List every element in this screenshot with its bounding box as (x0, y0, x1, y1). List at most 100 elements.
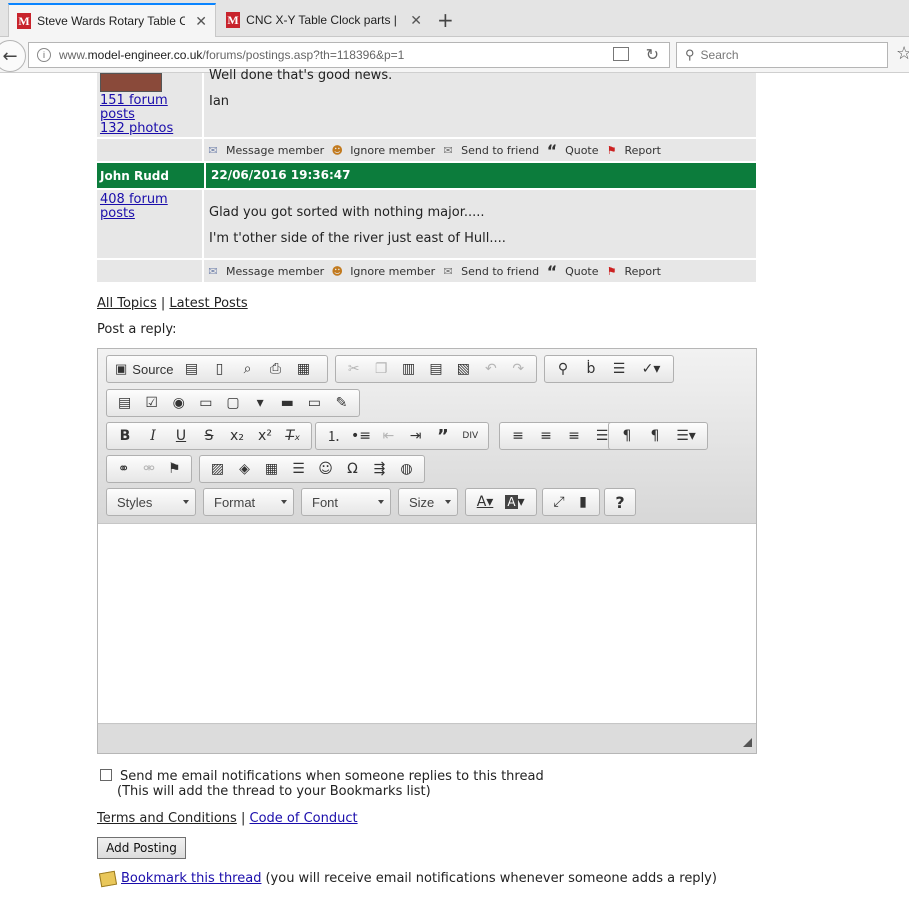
iframe-icon[interactable]: ◍ (393, 457, 420, 481)
all-topics-link[interactable]: All Topics (97, 296, 157, 311)
select-field-icon[interactable]: ▾ (247, 391, 274, 415)
reader-view-icon[interactable] (613, 47, 629, 61)
latest-posts-link[interactable]: Latest Posts (169, 296, 247, 311)
ignore-member-button[interactable]: ☻ Ignore member (330, 265, 435, 278)
italic-icon[interactable]: I (139, 424, 167, 448)
cut-icon[interactable]: ✂ (340, 357, 367, 381)
special-char-icon[interactable]: Ω (339, 457, 366, 481)
align-right-icon[interactable]: ≡ (560, 424, 588, 448)
form-icon[interactable]: ▤ (111, 391, 138, 415)
email-notify-checkbox[interactable] (100, 769, 112, 781)
new-page-icon[interactable]: ▯ (206, 357, 234, 381)
decrease-indent-icon[interactable]: ⇤ (375, 424, 402, 448)
bold-icon[interactable]: B (111, 424, 139, 448)
bulleted-list-icon[interactable]: •≡ (347, 424, 374, 448)
spellcheck-icon[interactable]: ✓▾ (633, 357, 669, 381)
forum-posts-link[interactable]: 408 forum (100, 193, 168, 207)
div-container-icon[interactable]: DIV (457, 424, 484, 448)
underline-icon[interactable]: U (167, 424, 195, 448)
table-icon[interactable]: ▦ (258, 457, 285, 481)
post-author[interactable]: John Rudd (100, 169, 169, 183)
radio-icon[interactable]: ◉ (165, 391, 192, 415)
source-button[interactable]: ▣ Source (111, 357, 178, 381)
info-icon[interactable]: i (37, 48, 51, 62)
smiley-icon[interactable]: ☺ (312, 457, 339, 481)
background-color-icon[interactable]: A ▾ (500, 490, 530, 514)
paste-text-icon[interactable]: ▤ (422, 357, 449, 381)
show-blocks-icon[interactable]: ▮ (571, 490, 595, 514)
styles-dropdown[interactable]: Styles (106, 488, 196, 516)
editor-content-area[interactable] (98, 523, 756, 724)
textarea-icon[interactable]: ▢ (219, 391, 246, 415)
horizontal-line-icon[interactable]: ☰ (285, 457, 312, 481)
font-dropdown[interactable]: Font (301, 488, 391, 516)
url-bar[interactable]: i www. model-engineer.co.uk/forums/postin… (28, 42, 670, 68)
close-tab-icon[interactable]: ✕ (410, 12, 422, 29)
find-icon[interactable]: ⚲ (549, 357, 577, 381)
unlink-icon[interactable]: ⚮ (136, 457, 161, 481)
rtl-icon[interactable]: ¶ (641, 424, 669, 448)
forum-posts-link-cont[interactable]: posts (100, 108, 173, 122)
resize-handle-icon[interactable] (743, 738, 752, 747)
select-all-icon[interactable]: ☰ (605, 357, 633, 381)
quote-button[interactable]: “ Quote (545, 141, 599, 160)
report-button[interactable]: ⚑ Report (605, 265, 661, 278)
preview-icon[interactable]: ⌕ (234, 357, 262, 381)
bookmark-thread-link[interactable]: Bookmark this thread (121, 871, 261, 886)
hidden-field-icon[interactable]: ✎ (328, 391, 355, 415)
superscript-icon[interactable]: x² (251, 424, 279, 448)
help-icon[interactable]: ? (609, 490, 631, 514)
templates-icon[interactable]: ▦ (290, 357, 318, 381)
reload-icon[interactable]: ↻ (646, 45, 659, 65)
message-member-button[interactable]: ✉ Message member (206, 144, 324, 157)
link-icon[interactable]: ⚭ (111, 457, 136, 481)
send-to-friend-button[interactable]: ✉ Send to friend (441, 265, 540, 278)
tab-cnc-xy[interactable]: M CNC X-Y Table Clock parts | M... ✕ (218, 3, 430, 37)
remove-format-icon[interactable]: T̶ₓ (279, 424, 307, 448)
back-arrow-icon[interactable]: ← (0, 40, 26, 72)
ignore-member-button[interactable]: ☻ Ignore member (330, 144, 435, 157)
close-tab-icon[interactable]: ✕ (195, 13, 207, 30)
new-tab-icon[interactable]: + (437, 8, 454, 32)
strikethrough-icon[interactable]: S (195, 424, 223, 448)
maximize-icon[interactable]: ⤢ (547, 490, 571, 514)
image-button-icon[interactable]: ▭ (301, 391, 328, 415)
quote-button[interactable]: “ Quote (545, 262, 599, 281)
send-to-friend-button[interactable]: ✉ Send to friend (441, 144, 540, 157)
save-icon[interactable]: ▤ (178, 357, 206, 381)
photos-link[interactable]: 132 photos (100, 122, 173, 136)
add-posting-button[interactable]: Add Posting (97, 837, 186, 859)
text-color-icon[interactable]: A▾ (470, 490, 500, 514)
forum-posts-link[interactable]: 151 forum (100, 94, 173, 108)
checkbox-icon[interactable]: ☑ (138, 391, 165, 415)
image-icon[interactable]: ▨ (204, 457, 231, 481)
paste-icon[interactable]: ▥ (395, 357, 422, 381)
format-dropdown[interactable]: Format (203, 488, 294, 516)
ltr-icon[interactable]: ¶ (613, 424, 641, 448)
print-icon[interactable]: ⎙ (262, 357, 290, 381)
size-dropdown[interactable]: Size (398, 488, 458, 516)
blockquote-icon[interactable]: ” (429, 424, 456, 448)
code-of-conduct-link[interactable]: Code of Conduct (250, 811, 358, 826)
subscript-icon[interactable]: x₂ (223, 424, 251, 448)
search-input[interactable]: ⚲ Search (676, 42, 888, 68)
forum-posts-link-cont[interactable]: posts (100, 207, 168, 221)
bookmark-star-icon[interactable]: ☆ (896, 43, 909, 64)
message-member-button[interactable]: ✉ Message member (206, 265, 324, 278)
page-break-icon[interactable]: ⇶ (366, 457, 393, 481)
report-button[interactable]: ⚑ Report (605, 144, 661, 157)
avatar[interactable] (100, 73, 162, 92)
button-field-icon[interactable]: ▬ (274, 391, 301, 415)
text-field-icon[interactable]: ▭ (192, 391, 219, 415)
undo-icon[interactable]: ↶ (477, 357, 504, 381)
replace-icon[interactable]: ḃ (577, 357, 605, 381)
tab-steve-wards[interactable]: M Steve Wards Rotary Table Co... ✕ (8, 3, 216, 37)
language-icon[interactable]: ☰▾ (669, 424, 703, 448)
increase-indent-icon[interactable]: ⇥ (402, 424, 429, 448)
numbered-list-icon[interactable]: ⒈ (320, 424, 347, 448)
redo-icon[interactable]: ↷ (505, 357, 532, 381)
align-left-icon[interactable]: ≡ (504, 424, 532, 448)
anchor-flag-icon[interactable]: ⚑ (162, 457, 187, 481)
flash-icon[interactable]: ◈ (231, 457, 258, 481)
align-center-icon[interactable]: ≡ (532, 424, 560, 448)
